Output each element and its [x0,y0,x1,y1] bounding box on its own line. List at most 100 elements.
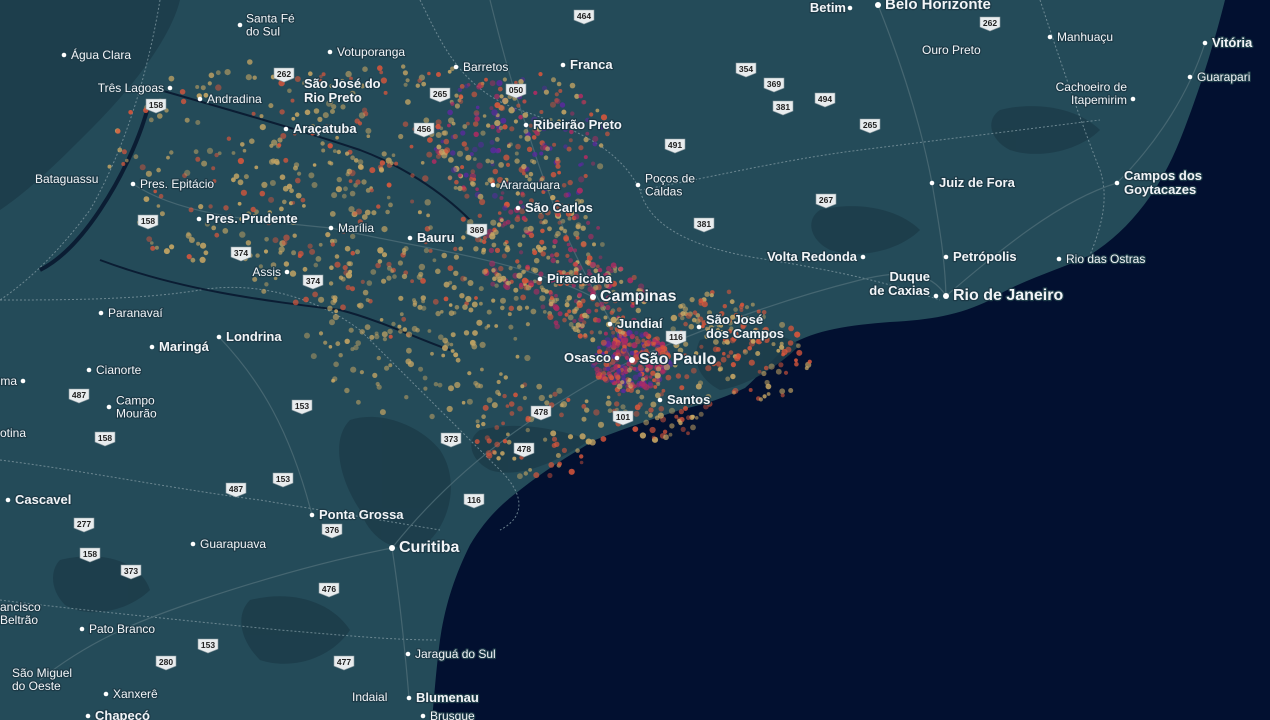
city-dot [237,22,243,28]
city-marker[interactable]: Duquede Caxias [868,268,939,299]
city-dot [149,344,155,350]
city-marker[interactable]: Osasco [563,349,620,366]
city-marker[interactable]: CampoMourão [106,392,158,422]
city-marker[interactable]: São José doRio Preto [303,75,382,107]
city-label: Pres. Prudente [206,211,298,226]
city-marker[interactable]: Água Clara [61,46,133,63]
city-marker[interactable]: Curitiba [389,538,461,557]
city-marker[interactable]: Ribeirão Preto [523,116,623,133]
city-label: Campo [116,394,155,408]
city-marker[interactable]: Campos dosGoytacazes [1114,167,1203,198]
city-marker[interactable]: Bataguassu [34,171,100,188]
city-dot [523,122,529,128]
city-marker[interactable]: São Josédos Campos [696,311,785,342]
city-label: Maringá [159,339,210,354]
city-marker[interactable]: São Paulo [629,350,718,369]
city-label: Curitiba [399,539,460,556]
city-marker[interactable]: Pato Branco [79,621,157,637]
city-marker[interactable]: Vitória [1202,34,1254,51]
city-label: Petrópolis [953,249,1017,264]
city-dot [98,310,104,316]
city-label: Assis [252,265,281,279]
city-marker[interactable]: Marília [328,220,376,236]
city-dot [1130,96,1136,102]
city-marker[interactable]: Cachoeiro deItapemirim [1054,79,1136,108]
city-label: Campos dos [1124,168,1202,183]
city-label: Franca [570,57,613,72]
city-dot [1056,256,1062,262]
city-marker[interactable]: Blumenau [406,689,480,706]
city-dot [590,294,596,300]
city-label: Marília [338,221,374,235]
city-marker[interactable]: Pres. Epitácio [130,176,216,192]
city-marker[interactable]: Piracicaba [537,270,614,287]
city-marker[interactable]: Indaial [351,689,389,706]
city-marker[interactable]: Três Lagoas [96,80,173,96]
city-label: Bataguassu [35,172,98,186]
city-marker[interactable]: anciscoBeltrão [0,599,42,629]
city-label: Poços de [645,172,695,186]
city-marker[interactable]: Poços deCaldas [635,170,697,200]
city-marker[interactable]: São Carlos [515,199,594,216]
city-marker[interactable]: Ouro Preto [921,42,983,59]
city-marker[interactable]: Santa Fédo Sul [237,10,296,40]
city-label: Água Clara [71,47,131,62]
city-dot [1202,40,1208,46]
city-marker[interactable]: Volta Redonda [766,248,866,265]
city-marker[interactable]: otina [0,425,28,442]
city-marker[interactable]: Londrina [216,328,284,345]
city-label: Rio Preto [304,90,362,105]
city-dot [284,269,290,275]
city-marker[interactable]: Paranavaí [98,305,165,321]
city-label: Osasco [564,350,611,365]
city-marker[interactable]: Barretos [453,59,510,75]
city-marker[interactable]: Betim [809,0,853,16]
city-marker[interactable]: Pres. Prudente [196,210,299,227]
city-marker[interactable]: Manhuaçu [1047,29,1114,45]
city-marker[interactable]: Cianorte [86,362,143,378]
city-marker[interactable]: Bauru [407,229,456,246]
city-marker[interactable]: Assis [251,264,290,280]
city-marker[interactable]: Belo Horizonte [875,0,992,14]
city-marker[interactable]: Cascavel [5,491,73,508]
city-dot [943,293,949,299]
city-label: Itapemirim [1071,93,1127,107]
city-marker[interactable]: Juiz de Fora [929,174,1017,191]
city-marker[interactable]: Maringá [149,338,211,355]
city-label: Belo Horizonte [885,0,991,13]
city-label: dos Campos [706,326,784,341]
city-dot [929,180,935,186]
city-marker[interactable]: Brusque [420,708,476,720]
city-label: Piracicaba [547,271,613,286]
city-label: Rio das Ostras [1066,252,1145,266]
city-marker[interactable]: Jundiaí [607,315,664,332]
city-dot [61,52,67,58]
city-label: Manhuaçu [1057,30,1113,44]
city-marker[interactable]: Andradina [197,91,263,107]
city-label: Caldas [645,185,682,199]
city-marker[interactable]: Franca [560,56,615,73]
city-marker[interactable]: Ponta Grossa [309,506,406,523]
city-marker[interactable]: Araraquara [490,177,562,193]
city-marker[interactable]: Chapecó [85,707,151,720]
city-marker[interactable]: ma [0,373,26,389]
city-marker[interactable]: Guarapuava [190,536,268,552]
city-dot [216,334,222,340]
city-marker[interactable]: Votuporanga [327,44,407,60]
city-marker[interactable]: Rio de Janeiro [943,286,1065,305]
city-marker[interactable]: Araçatuba [283,120,359,137]
city-marker[interactable]: São Migueldo Oeste [11,665,74,695]
city-marker[interactable]: Campinas [590,287,678,306]
city-dot [453,64,459,70]
city-dot [420,713,426,719]
city-marker[interactable]: Jaraguá do Sul [405,646,497,662]
city-marker[interactable]: Xanxerê [103,686,159,702]
city-marker[interactable]: Guarapari [1187,69,1252,85]
city-marker[interactable]: Santos [657,391,712,408]
city-label: Duque [890,269,930,284]
city-dot [196,216,202,222]
city-marker[interactable]: Petrópolis [943,248,1018,265]
map-canvas[interactable]: 464 262 262 354 050 265 369 494 158 381 456 265 491 2… [0,0,1270,720]
city-dot [327,49,333,55]
city-marker[interactable]: Rio das Ostras [1056,251,1147,267]
